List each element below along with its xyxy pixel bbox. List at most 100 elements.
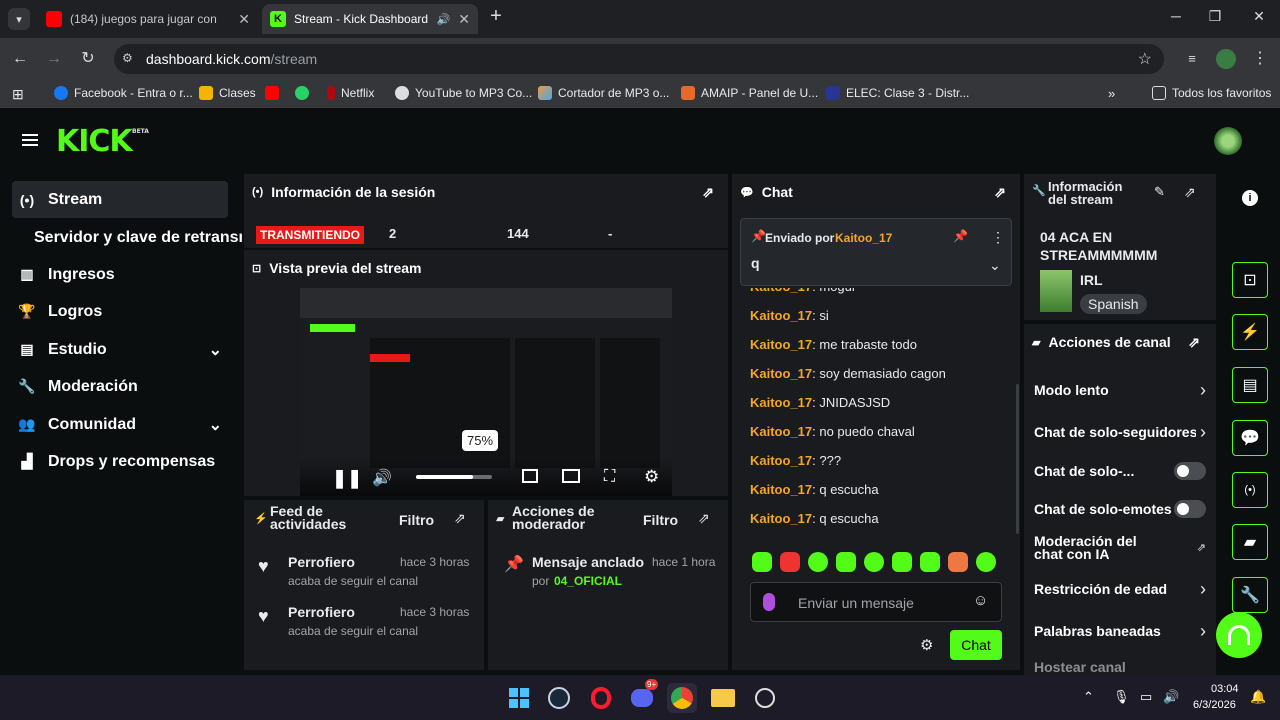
- apps-icon[interactable]: ⊞: [12, 86, 24, 103]
- chat-username[interactable]: Kaitoo_17: [750, 424, 812, 439]
- file-explorer-icon[interactable]: [708, 683, 738, 713]
- chevron-down-icon[interactable]: ⌄: [989, 257, 1001, 274]
- rail-notes-button[interactable]: ▤: [1232, 367, 1268, 403]
- sidebar-item-moderacion[interactable]: 🔧 Moderación: [12, 368, 228, 405]
- clock-date[interactable]: 6/3/2026: [1193, 699, 1236, 711]
- chat-username[interactable]: Kaitoo_17: [750, 337, 812, 352]
- channel-action-row[interactable]: Hostear canal: [1034, 659, 1206, 675]
- emote-icon[interactable]: [892, 552, 912, 572]
- popout-icon[interactable]: ⇗: [994, 184, 1006, 201]
- rail-tools-button[interactable]: 🔧: [1232, 577, 1268, 613]
- chat-username[interactable]: Kaitoo_17: [750, 453, 812, 468]
- tray-overflow-icon[interactable]: ⌃: [1083, 689, 1094, 705]
- all-bookmarks[interactable]: Todos los favoritos: [1152, 86, 1271, 100]
- tab-search-button[interactable]: ▾: [8, 8, 30, 30]
- steam-icon[interactable]: [544, 683, 574, 713]
- sidebar-item-ingresos[interactable]: ▥ Ingresos: [12, 256, 228, 293]
- fullscreen-icon[interactable]: ⛶: [604, 468, 615, 486]
- pause-icon[interactable]: ❚❚: [332, 468, 362, 489]
- channel-action-row[interactable]: Moderación del chat con IA ⇗: [1034, 534, 1206, 561]
- mod-username[interactable]: 04_OFICIAL: [554, 574, 622, 588]
- reload-button[interactable]: ↻: [78, 49, 98, 69]
- bookmark-whatsapp[interactable]: [295, 86, 315, 100]
- speaker-icon[interactable]: 🔊: [437, 13, 451, 26]
- channel-action-row[interactable]: Chat de solo-seguidores ›: [1034, 424, 1206, 442]
- rail-mod-button[interactable]: ▰: [1232, 524, 1268, 560]
- chat-username[interactable]: Kaitoo_17: [750, 395, 812, 410]
- sidebar-item-logros[interactable]: 🏆 Logros: [12, 293, 228, 330]
- new-tab-button[interactable]: +: [486, 5, 506, 28]
- close-tab-icon[interactable]: ✕: [458, 11, 470, 28]
- chat-input[interactable]: Enviar un mensaje ☺: [750, 582, 1002, 622]
- sidebar-item-comunidad[interactable]: 👥 Comunidad ⌄: [12, 406, 228, 443]
- bookmark-elec[interactable]: ELEC: Clase 3 - Distr...: [826, 86, 969, 100]
- chat-scrollbar[interactable]: [1016, 384, 1019, 534]
- chat-username[interactable]: Kaitoo_17: [750, 366, 812, 381]
- chrome-icon[interactable]: [667, 683, 697, 713]
- rail-chat-button[interactable]: 💬: [1232, 420, 1268, 456]
- sidebar-item-estudio[interactable]: ▤ Estudio ⌄: [12, 331, 228, 368]
- chat-settings-icon[interactable]: ⚙: [920, 636, 933, 654]
- hamburger-menu-icon[interactable]: [22, 134, 38, 146]
- filter-button[interactable]: Filtro: [643, 512, 678, 528]
- popout-icon[interactable]: ⇗: [1184, 184, 1196, 201]
- info-icon[interactable]: i: [1242, 190, 1258, 206]
- obs-icon[interactable]: [750, 683, 780, 713]
- sidebar-item-stream[interactable]: (•) Stream: [12, 181, 228, 218]
- bookmark-netflix[interactable]: Netflix: [327, 86, 374, 100]
- support-headset-button[interactable]: [1216, 612, 1262, 658]
- volume-icon[interactable]: 🔊: [372, 468, 392, 488]
- more-bookmarks-icon[interactable]: »: [1108, 86, 1115, 101]
- volume-slider[interactable]: [416, 475, 492, 479]
- emote-icon[interactable]: [808, 552, 828, 572]
- emote-icon[interactable]: [920, 552, 940, 572]
- bookmark-youtube[interactable]: [265, 86, 285, 100]
- minimize-button[interactable]: ─: [1166, 8, 1186, 24]
- popout-icon[interactable]: ⇗: [454, 510, 466, 527]
- mic-icon[interactable]: [763, 593, 775, 611]
- chat-username[interactable]: Kaitoo_17: [750, 288, 812, 294]
- menu-icon[interactable]: ⋮: [1250, 49, 1270, 69]
- opera-icon[interactable]: [586, 683, 616, 713]
- site-info-icon[interactable]: ⚙: [122, 51, 133, 65]
- close-window-button[interactable]: ✕: [1249, 8, 1269, 25]
- filter-button[interactable]: Filtro: [399, 512, 434, 528]
- discord-icon[interactable]: 9+: [627, 679, 659, 713]
- followers-only-toggle[interactable]: [1174, 462, 1206, 480]
- emote-icon[interactable]: [976, 552, 996, 572]
- theater-icon[interactable]: [562, 469, 580, 483]
- media-control-icon[interactable]: ≡: [1182, 49, 1202, 69]
- mic-tray-icon[interactable]: 🎙: [1113, 689, 1130, 705]
- address-bar[interactable]: ⚙ dashboard.kick.com/stream ☆: [114, 44, 1164, 74]
- windows-start-icon[interactable]: [504, 683, 534, 713]
- emote-icon[interactable]: [864, 552, 884, 572]
- emote-icon[interactable]: [836, 552, 856, 572]
- bookmark-facebook[interactable]: Facebook - Entra o r...: [54, 86, 193, 100]
- category-name[interactable]: IRL: [1080, 272, 1103, 288]
- tab-youtube[interactable]: (184) juegos para jugar con am ✕: [38, 4, 258, 34]
- chevron-down-icon[interactable]: ⌄: [209, 415, 222, 435]
- pip-icon[interactable]: [522, 469, 538, 483]
- rail-activity-button[interactable]: ⚡: [1232, 314, 1268, 350]
- chat-username[interactable]: Kaitoo_17: [750, 308, 812, 323]
- popout-icon[interactable]: ⇗: [1188, 334, 1200, 351]
- bookmark-cortador[interactable]: Cortador de MP3 o...: [538, 86, 669, 100]
- back-button[interactable]: ←: [10, 49, 30, 69]
- channel-action-row[interactable]: Restricción de edad ›: [1034, 579, 1206, 599]
- rail-broadcast-button[interactable]: (•): [1232, 472, 1268, 508]
- kick-logo[interactable]: KICK BETA: [56, 124, 149, 159]
- tab-kick-dashboard[interactable]: K Stream - Kick Dashboard 🔊 ✕: [262, 4, 478, 34]
- emote-icon[interactable]: [752, 552, 772, 572]
- sidebar-item-drops[interactable]: ▟ Drops y recompensas: [12, 443, 228, 480]
- chat-username[interactable]: Kaitoo_17: [750, 511, 812, 526]
- edit-icon[interactable]: ✎: [1154, 184, 1165, 200]
- maximize-button[interactable]: ❐: [1205, 8, 1225, 25]
- user-avatar[interactable]: [1214, 127, 1242, 155]
- settings-gear-icon[interactable]: ⚙: [644, 467, 659, 487]
- emoji-icon[interactable]: ☺: [973, 592, 988, 609]
- emote-icon[interactable]: [948, 552, 968, 572]
- popout-icon[interactable]: ⇗: [702, 184, 714, 201]
- bookmark-amaip[interactable]: AMAIP - Panel de U...: [681, 86, 818, 100]
- bookmark-yt-mp3[interactable]: YouTube to MP3 Co...: [395, 86, 532, 100]
- volume-tray-icon[interactable]: 🔊: [1163, 689, 1179, 705]
